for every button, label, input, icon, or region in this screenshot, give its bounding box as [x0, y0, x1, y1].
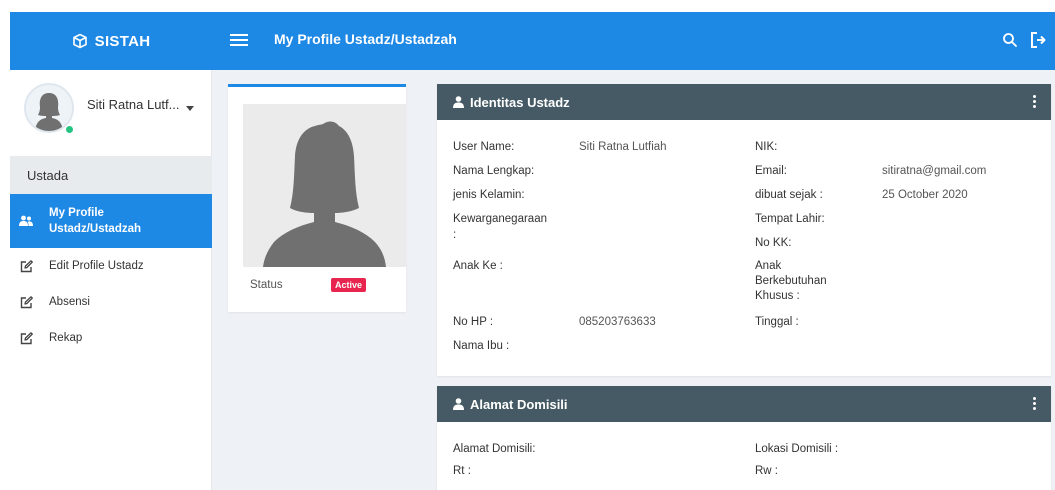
edit-icon — [19, 295, 33, 309]
user-panel: Siti Ratna Lutf... — [10, 70, 212, 156]
sidebar-nav: My Profile Ustadz/Ustadzah Edit Profile … — [10, 194, 212, 356]
page-title: My Profile Ustadz/Ustadzah — [274, 31, 457, 47]
top-navbar: SISTAH My Profile Ustadz/Ustadzah — [10, 12, 1055, 70]
logout-icon[interactable] — [1030, 31, 1046, 54]
menu-toggle-icon[interactable] — [230, 31, 248, 49]
sidebar: Siti Ratna Lutf... Ustada My Profile Ust… — [10, 70, 212, 490]
abk-label-line3: Khusus : — [755, 290, 800, 302]
no-kk-label: No KK: — [755, 237, 792, 249]
sidebar-item-edit-profile[interactable]: Edit Profile Ustadz — [10, 248, 212, 284]
search-icon[interactable] — [1002, 32, 1018, 53]
more-vertical-icon[interactable] — [1033, 397, 1037, 412]
alamat-card: Alamat Domisili Alamat Domisili: Rt : Lo… — [437, 386, 1051, 490]
sidebar-section-header: Ustada — [10, 156, 212, 194]
no-hp-label: No HP : — [453, 316, 494, 328]
nama-ibu-label: Nama Ibu : — [453, 340, 510, 352]
brand-name: SISTAH — [94, 32, 151, 50]
sidebar-item-label: My Profile Ustadz/Ustadzah — [49, 207, 142, 235]
rt-label: Rt : — [453, 465, 471, 477]
brand-logo[interactable]: SISTAH — [10, 12, 212, 70]
box-icon — [72, 33, 87, 49]
edit-icon — [19, 259, 33, 273]
lokasi-domisili-label: Lokasi Domisili : — [755, 443, 839, 455]
edit-icon — [19, 331, 33, 345]
status-badge: Active — [331, 278, 367, 292]
profile-photo-card: Status Active — [228, 84, 406, 312]
no-hp-value: 085203763633 — [579, 316, 656, 328]
kewarganegaraan-label: Kewarganegaraan — [453, 213, 547, 225]
user-name-value: Siti Ratna Lutfiah — [579, 141, 667, 153]
sidebar-item-absensi[interactable]: Absensi — [10, 284, 212, 320]
identitas-card: Identitas Ustadz User Name: Siti Ratna L… — [437, 84, 1051, 376]
female-silhouette-icon — [243, 104, 406, 267]
profile-photo — [243, 104, 406, 267]
user-icon — [453, 96, 464, 108]
email-label: Email: — [755, 165, 787, 177]
sidebar-item-rekap[interactable]: Rekap — [10, 320, 212, 356]
anak-ke-label: Anak Ke : — [453, 260, 503, 272]
online-status-dot — [65, 125, 74, 134]
user-name-label: User Name: — [453, 141, 515, 153]
user-icon — [453, 398, 464, 410]
sidebar-item-label: Absensi — [49, 296, 90, 308]
alamat-domisili-label: Alamat Domisili: — [453, 443, 536, 455]
user-name[interactable]: Siti Ratna Lutf... — [87, 97, 180, 112]
user-silhouette-icon — [35, 93, 63, 131]
user-dropdown-caret-icon[interactable] — [186, 106, 194, 111]
nik-label: NIK: — [755, 141, 778, 153]
users-icon — [19, 215, 33, 227]
alamat-card-title: Alamat Domisili — [470, 396, 568, 412]
dibuat-sejak-label: dibuat sejak : — [755, 189, 823, 201]
identitas-card-header: Identitas Ustadz — [437, 84, 1051, 120]
tempat-lahir-label: Tempat Lahir: — [755, 213, 825, 225]
tinggal-label: Tinggal : — [755, 316, 799, 328]
main-content: Status Active Identitas Ustadz User Name… — [212, 70, 1055, 490]
abk-label-line2: Berkebutuhan — [755, 275, 827, 287]
alamat-card-header: Alamat Domisili — [437, 386, 1051, 422]
sidebar-item-label: Edit Profile Ustadz — [49, 260, 144, 272]
more-vertical-icon[interactable] — [1033, 95, 1037, 110]
kewarganegaraan-colon: : — [453, 229, 457, 241]
identitas-card-title: Identitas Ustadz — [470, 94, 570, 110]
email-value: sitiratna@gmail.com — [882, 165, 987, 177]
dibuat-sejak-value: 25 October 2020 — [882, 189, 968, 201]
sidebar-item-label: Rekap — [49, 332, 83, 344]
rw-label: Rw : — [755, 465, 778, 477]
status-label: Status — [250, 279, 283, 291]
sidebar-item-my-profile[interactable]: My Profile Ustadz/Ustadzah — [10, 194, 212, 248]
nama-lengkap-label: Nama Lengkap: — [453, 165, 535, 177]
jenis-kelamin-label: jenis Kelamin: — [453, 189, 525, 201]
abk-label-line1: Anak — [755, 260, 782, 272]
